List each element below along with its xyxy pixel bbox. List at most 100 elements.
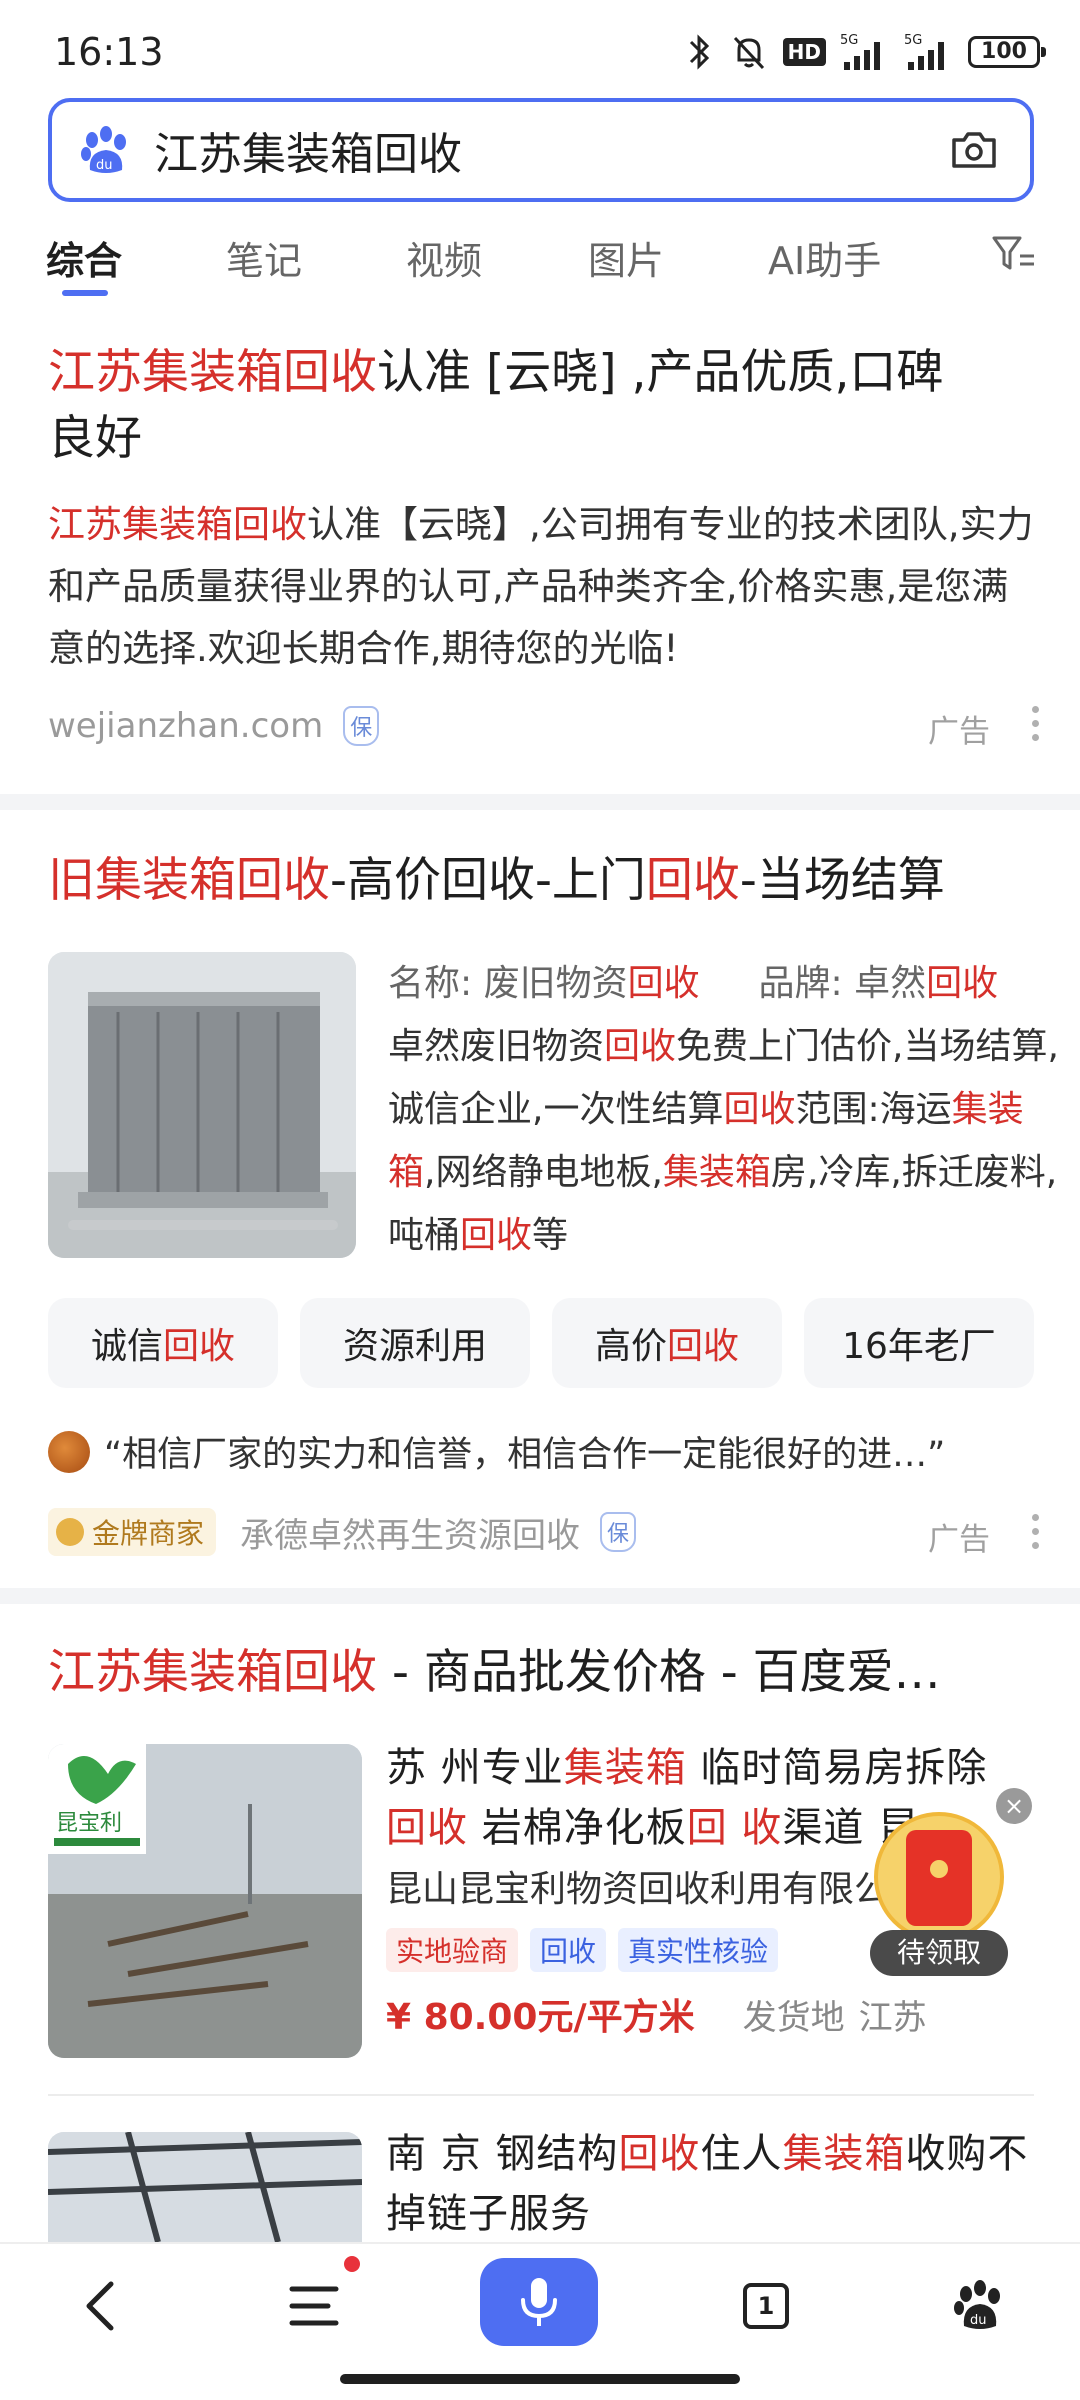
more-options-icon[interactable] bbox=[1032, 706, 1040, 748]
name-value: 废旧物资 bbox=[483, 963, 628, 1004]
active-tab-indicator bbox=[62, 290, 108, 296]
red-envelope-label: 待领取 bbox=[870, 1930, 1008, 1976]
highlight: 集装箱 bbox=[563, 1745, 687, 1791]
text: 岩棉净化板 bbox=[468, 1805, 687, 1851]
red-envelope-widget[interactable]: 待领取 bbox=[870, 1812, 1008, 1980]
price-row: ¥ 80.00元/平方米 发货地 江苏 bbox=[386, 1988, 1076, 2040]
tag-chip[interactable]: 高价 回收 bbox=[552, 1298, 782, 1388]
price: ¥ 80.00元/平方米 bbox=[386, 1997, 695, 2038]
ad-label: 广告 bbox=[928, 1522, 990, 1558]
name-highlight: 回收 bbox=[627, 963, 700, 1004]
ad-label: 广告 bbox=[928, 714, 990, 750]
quote-text: “相信厂家的实力和信誉，相信合作一定能很好的进…” bbox=[104, 1435, 946, 1475]
search-box[interactable]: du 江苏集装箱回收 bbox=[48, 98, 1034, 202]
desc-highlight: 回收 bbox=[723, 1089, 796, 1130]
divider bbox=[0, 1588, 1080, 1604]
product-image[interactable]: 昆宝利 bbox=[48, 1744, 362, 2058]
product-image[interactable] bbox=[48, 2132, 362, 2242]
battery-icon: 100 bbox=[968, 36, 1046, 68]
product-title-line-1[interactable]: 苏 州专业集装箱 临时简易房拆除 bbox=[386, 1738, 1076, 1798]
result-title[interactable]: 江苏集装箱回收认准 [云晓] ,产品优质,口碑 良好 bbox=[48, 340, 1038, 472]
text: 住人 bbox=[700, 2131, 783, 2177]
baidu-paw-icon: du bbox=[81, 126, 126, 173]
tag-text: 诚信 bbox=[90, 1326, 163, 1367]
detail-description: 卓然废旧物资回收免费上门估价,当场结算,诚信企业,一次性结算回收范围:海运集装箱… bbox=[388, 1015, 1068, 1267]
brand-label: 品牌: bbox=[758, 963, 843, 1004]
signal-icon: 5G bbox=[840, 33, 880, 70]
hd-badge: HD bbox=[782, 38, 826, 66]
tag-chip[interactable]: 16年老厂 bbox=[804, 1298, 1034, 1388]
shield-icon: 保 bbox=[600, 1512, 637, 1552]
close-icon[interactable]: × bbox=[996, 1788, 1032, 1824]
result-card-2[interactable]: 旧集装箱回收-高价回收-上门回收-当场结算 名称: 废旧物资回收 品牌: 卓然回… bbox=[48, 848, 1059, 1558]
camera-icon[interactable] bbox=[948, 124, 1000, 176]
tag-chip[interactable]: 资源利用 bbox=[300, 1298, 530, 1388]
ship-from-label: 发货地 bbox=[742, 1998, 845, 2038]
microphone-icon bbox=[521, 2278, 557, 2326]
highlight: 集装箱 bbox=[782, 2131, 906, 2177]
tag-text: 高价 bbox=[594, 1326, 667, 1367]
tab-images[interactable]: 图片 bbox=[588, 230, 664, 285]
tab-notes[interactable]: 笔记 bbox=[226, 230, 302, 285]
filter-icon[interactable] bbox=[990, 232, 1038, 276]
svg-text:du: du bbox=[970, 2313, 987, 2328]
ship-from-value: 江苏 bbox=[858, 1998, 927, 2038]
desc-text: 等 bbox=[532, 1215, 569, 1256]
result-body: 名称: 废旧物资回收 品牌: 卓然回收 卓然废旧物资回收免费上门估价,当场结算,… bbox=[48, 952, 1059, 1262]
cooling-tower-image[interactable] bbox=[48, 952, 356, 1258]
tag-chip[interactable]: 诚信 回收 bbox=[48, 1298, 278, 1388]
desc-text: ,网络静电地板, bbox=[424, 1152, 663, 1193]
badge-text: 金牌商家 bbox=[92, 1517, 205, 1550]
desc-highlight: 回收 bbox=[604, 1026, 677, 1067]
search-input[interactable]: 江苏集装箱回收 bbox=[154, 118, 948, 182]
desc-highlight: 回收 bbox=[460, 1215, 533, 1256]
status-bar: 16:13 HD 5G 5G 100 bbox=[0, 0, 1080, 100]
result-title[interactable]: 江苏集装箱回收 - 商品批发价格 - 百度爱… bbox=[48, 1640, 1038, 1706]
highlight: 回 收 bbox=[686, 1805, 783, 1851]
gold-merchant-badge: 金牌商家 bbox=[48, 1508, 217, 1556]
tag-recycle: 回收 bbox=[530, 1928, 607, 1972]
result-domain[interactable]: wejianzhan.com bbox=[48, 706, 323, 746]
avatar bbox=[48, 1430, 90, 1473]
product-title[interactable]: 南 京 钢结构回收住人集装箱收购不掉链子服务 bbox=[386, 2124, 1046, 2244]
tab-comprehensive[interactable]: 综合 bbox=[46, 230, 122, 285]
name-label: 名称: bbox=[388, 963, 473, 1004]
tabs-button[interactable]: 1 bbox=[726, 2266, 806, 2346]
tag-onsite-verified: 实地验商 bbox=[386, 1928, 519, 1972]
notification-dot bbox=[344, 2256, 360, 2272]
result-card-1[interactable]: 江苏集装箱回收认准 [云晓] ,产品优质,口碑 良好 江苏集装箱回收认准【云晓】… bbox=[48, 340, 1040, 754]
brand-value: 卓然 bbox=[854, 963, 927, 1004]
status-icons: HD 5G 5G 100 bbox=[685, 30, 1046, 74]
merchant-name[interactable]: 承德卓然再生资源回收 bbox=[240, 1508, 580, 1557]
merchant-row: 金牌商家 承德卓然再生资源回收 保 广告 bbox=[48, 1504, 1040, 1560]
tab-video[interactable]: 视频 bbox=[406, 230, 482, 285]
highlight: 回收 bbox=[386, 1805, 468, 1851]
red-envelope-icon bbox=[906, 1830, 972, 1926]
svg-text:5G: 5G bbox=[904, 33, 922, 48]
home-indicator[interactable] bbox=[340, 2374, 740, 2384]
voice-search-button[interactable] bbox=[480, 2258, 598, 2346]
baidu-paw-icon: du bbox=[954, 2280, 1000, 2329]
text: 临时简易房拆除 bbox=[686, 1745, 988, 1791]
text: 南 京 钢结构 bbox=[386, 2131, 619, 2177]
title-text: 认准 [云晓] ,产品优质,口碑 bbox=[377, 345, 944, 400]
net-label: 5G bbox=[840, 33, 858, 48]
mute-bell-icon bbox=[733, 36, 764, 70]
menu-icon bbox=[289, 2286, 339, 2326]
tab-ai-assistant[interactable]: AI助手 bbox=[768, 230, 881, 285]
status-time: 16:13 bbox=[54, 30, 164, 74]
result-title[interactable]: 旧集装箱回收-高价回收-上门回收-当场结算 bbox=[48, 848, 1038, 914]
desc-highlight: 集装箱 bbox=[662, 1152, 771, 1193]
menu-button[interactable] bbox=[274, 2266, 354, 2346]
result-card-3[interactable]: 江苏集装箱回收 - 商品批发价格 - 百度爱… bbox=[48, 1640, 1038, 1706]
back-button[interactable] bbox=[62, 2266, 142, 2346]
tabs-count-icon: 1 bbox=[743, 2283, 789, 2329]
baidu-home-button[interactable]: du bbox=[938, 2266, 1018, 2346]
desc-highlight: 江苏集装箱回收 bbox=[48, 503, 307, 546]
desc-text: 卓然废旧物资 bbox=[388, 1026, 605, 1067]
tag-text: 资源利用 bbox=[342, 1326, 487, 1367]
more-options-icon[interactable] bbox=[1032, 1514, 1040, 1556]
tag-authenticity: 真实性核验 bbox=[618, 1928, 779, 1972]
bluetooth-icon bbox=[689, 34, 709, 70]
desc-text: 范围:海运 bbox=[795, 1089, 952, 1130]
